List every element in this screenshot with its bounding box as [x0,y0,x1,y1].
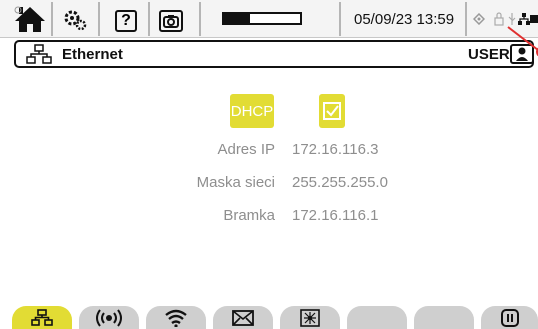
divider [98,2,100,36]
divider [51,2,53,36]
empty-tab-2[interactable] [414,306,474,329]
help-icon[interactable]: ? [111,4,141,34]
network-node-icon [300,308,320,327]
page-title: Ethernet [62,46,123,63]
wifi-tab[interactable] [146,306,206,329]
gateway-label: Bramka [223,207,275,224]
bottom-tab-bar [0,306,538,329]
dhcp-checkbox[interactable] [319,94,345,128]
divider [148,2,150,36]
email-tab[interactable] [213,306,273,329]
title-bar: Ethernet USER1 [14,40,534,68]
divider [339,2,341,36]
radio-icon [96,308,122,327]
empty-tab-1[interactable] [347,306,407,329]
subnet-mask-value[interactable]: 255.255.255.0 [292,174,388,191]
pause-icon [500,308,519,327]
wifi-icon [165,309,187,327]
checkbox-checked-icon [323,102,341,120]
datetime: 05/09/23 13:59 [354,11,455,28]
envelope-icon [232,309,254,326]
progress-fill [224,14,250,23]
radio-tab[interactable] [79,306,139,329]
home-icon[interactable] [12,4,48,34]
subnet-mask-label: Maska sieci [196,174,275,191]
gateway-value[interactable]: 172.16.116.1 [292,207,378,224]
user-button[interactable] [510,44,534,64]
ip-address-value[interactable]: 172.16.116.3 [292,141,378,158]
pause-tab[interactable] [481,306,538,329]
ethernet-icon [518,4,530,34]
ethernet-tab[interactable] [12,306,72,329]
ethernet-icon [26,44,52,64]
diamond-icon [472,4,486,34]
status-bar: ? 05/09/23 13:59 [0,0,538,38]
divider [199,2,201,36]
progress-bar [222,12,302,25]
divider [465,2,467,36]
network-tab[interactable] [280,306,340,329]
dhcp-button[interactable]: DHCP [230,94,274,128]
settings-icon[interactable] [60,4,90,34]
lock-icon [493,4,505,34]
ip-address-label: Adres IP [217,141,275,158]
ethernet-icon [31,309,53,326]
battery-icon [530,4,538,34]
usb-icon [506,4,518,34]
camera-icon[interactable] [156,4,186,34]
user-icon [516,47,528,61]
